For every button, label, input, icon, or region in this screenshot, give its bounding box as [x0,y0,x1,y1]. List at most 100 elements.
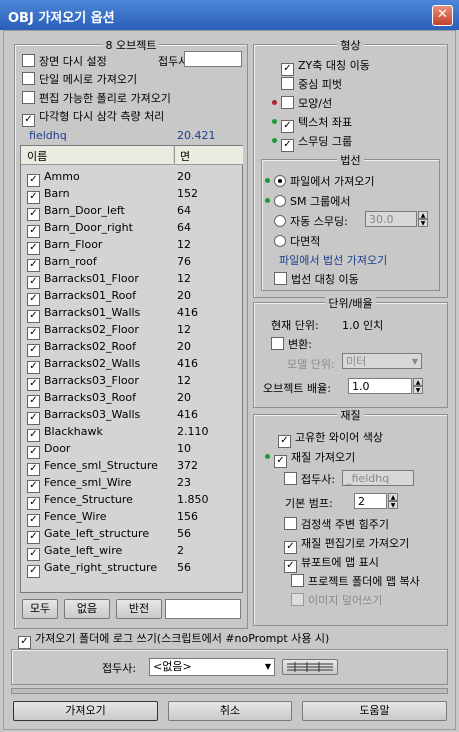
object-scale-input[interactable]: 1.0 [348,378,412,394]
materials-prefix-input[interactable]: _fieldhq [342,470,414,486]
list-item[interactable]: ✓ Gate_left_wire 2 [27,542,184,561]
list-item-faces: 20 [177,391,191,404]
list-item-name: Barracks01_Roof [44,289,137,302]
object-list[interactable]: 이름 면 ✓ Ammo 20 ✓ Barn 152 ✓ Barn_Door_left 64 ✓ Ba… [20,145,243,593]
list-item-checkbox[interactable]: ✓ [27,565,40,578]
col-header-faces[interactable]: 면 [174,146,243,165]
window-title: OBJ 가져오기 옵션 [8,11,115,26]
tex-coords-checkbox[interactable]: ✓ 텍스처 좌표 [281,114,352,133]
list-item[interactable]: ✓ Gate_right_structure 56 [27,559,191,578]
list-item[interactable]: ✓ Barn_roof 76 [27,253,191,272]
list-item-name: Barn_Door_left [44,204,125,217]
footer-prefix-select[interactable]: <없음> ▼ [149,658,275,676]
list-item[interactable]: ✓ Fence_Wire 156 [27,508,198,527]
normals-from-sm-radio[interactable]: SM 그룹에서 [274,193,350,209]
close-button[interactable]: ✕ [432,5,453,26]
reset-scene-checkbox[interactable]: 장면 다시 설정 [22,53,107,69]
list-item[interactable]: ✓ Fence_Structure 1.850 [27,491,209,510]
list-item[interactable]: ✓ Barracks02_Roof 20 [27,338,191,357]
default-bump-input[interactable]: 2 [354,493,387,509]
list-item[interactable]: ✓ Barracks03_Roof 20 [27,389,191,408]
materials-prefix-checkbox[interactable]: 접두사: [284,471,335,487]
auto-smooth-input[interactable]: 30.0 [365,211,417,227]
list-item-faces: 416 [177,408,198,421]
center-pivot-checkbox[interactable]: 중심 피벗 [281,76,342,92]
list-item[interactable]: ✓ Barracks01_Walls 416 [27,304,198,323]
single-mesh-checkbox[interactable]: 단일 메시로 가져오기 [22,71,137,87]
list-item[interactable]: ✓ Barn_Door_right 64 [27,219,191,238]
list-item-faces: 56 [177,527,191,540]
list-item-name: Barracks03_Floor [44,374,139,387]
list-item[interactable]: ✓ Barracks01_Floor 12 [27,270,191,289]
objects-prefix-input[interactable] [184,51,242,67]
bump-up[interactable]: ▲ [388,493,398,501]
show-maps-viewport-checkbox[interactable]: ✓ 뷰포트에 맵 표시 [284,554,379,573]
prefix-preset-button[interactable] [282,659,338,675]
auto-smooth-radio[interactable]: 자동 스무딩: [274,213,348,229]
scale-up[interactable]: ▲ [413,378,423,386]
list-item[interactable]: ✓ Barracks02_Walls 416 [27,355,198,374]
editable-poly-checkbox[interactable]: 편집 가능한 폴리로 가져오기 [22,90,171,106]
objects-group-title: 8 오브젝트 [102,39,160,52]
force-black-ambient-checkbox[interactable]: 검정색 주변 힘주기 [284,516,389,532]
file-name: fieldhq [29,129,67,142]
list-item[interactable]: ✓ Barn_Floor 12 [27,236,191,255]
bump-down[interactable]: ▼ [388,501,398,509]
faceted-radio[interactable]: 다면적 [274,233,320,249]
list-item[interactable]: ✓ Ammo 20 [27,168,191,187]
shapes-lines-checkbox[interactable]: 모양/선 [281,95,332,111]
list-item[interactable]: ✓ Barracks01_Roof 20 [27,287,191,306]
col-header-name[interactable]: 이름 [21,146,173,165]
auto-smooth-down[interactable]: ▼ [418,219,428,227]
import-into-editor-checkbox[interactable]: ✓ 재질 편집기로 가져오기 [284,535,409,554]
list-item-faces: 10 [177,442,191,455]
list-item-faces: 20 [177,289,191,302]
normals-from-file-radio[interactable]: 파일에서 가져오기 [274,173,374,189]
list-item-faces: 12 [177,374,191,387]
list-item-faces: 56 [177,561,191,574]
log-option-checkbox[interactable]: ✓ 가져오기 폴더에 로그 쓰기(스크립트에서 #noPrompt 사용 시) [18,630,329,649]
retriangulate-checkbox[interactable]: ✓ 다각형 다시 삼각 측량 처리 [22,108,164,127]
list-item[interactable]: ✓ Barn 152 [27,185,198,204]
help-button[interactable]: 도움말 [302,701,447,721]
list-item[interactable]: ✓ Gate_left_structure 56 [27,525,191,544]
list-item[interactable]: ✓ Blackhawk 2.110 [27,423,209,442]
list-item-name: Gate_right_structure [44,561,158,574]
filter-input[interactable] [165,599,241,619]
list-item[interactable]: ✓ Barracks03_Walls 416 [27,406,198,425]
list-item[interactable]: ✓ Barracks02_Floor 12 [27,321,191,340]
list-item-name: Fence_sml_Structure [44,459,158,472]
list-item-faces: 372 [177,459,198,472]
materials-group-title: 재질 [337,409,364,422]
select-none-button[interactable]: 없음 [64,599,110,619]
copy-maps-project-checkbox[interactable]: 프로젝트 폴더에 맵 복사 [291,573,420,589]
list-item-faces: 12 [177,272,191,285]
list-item[interactable]: ✓ Door 10 [27,440,191,459]
list-item-name: Ammo [44,170,80,183]
overwrite-images-checkbox[interactable]: 이미지 덮어쓰기 [291,592,382,608]
select-all-button[interactable]: 모두 [22,599,58,619]
flip-normals-checkbox[interactable]: 법선 대칭 이동 [274,271,359,287]
list-item-faces: 23 [177,476,191,489]
scale-down[interactable]: ▼ [413,386,423,394]
cancel-button[interactable]: 취소 [168,701,292,721]
list-item[interactable]: ✓ Barn_Door_left 64 [27,202,191,221]
convert-checkbox[interactable]: 변환: [271,336,312,352]
smooth-groups-checkbox[interactable]: ✓ 스무딩 그룹 [281,133,352,152]
list-item-name: Fence_Structure [44,493,133,506]
dropdown-arrow-icon: ▼ [264,662,271,671]
invert-selection-button[interactable]: 반전 [116,599,162,619]
import-button[interactable]: 가져오기 [13,701,158,721]
unique-wire-checkbox[interactable]: ✓ 고유한 와이어 색상 [278,429,383,448]
list-item[interactable]: ✓ Fence_sml_Wire 23 [27,474,191,493]
import-materials-checkbox[interactable]: ✓ 재질 가져오기 [274,449,355,468]
model-units-select[interactable]: 미터 ▼ [342,353,422,369]
geometry-group: 형상 ✓ ZY축 대칭 이동 중심 피벗 모양/선 ✓ 텍스처 좌표 ✓ 스무딩 그룹… [253,39,448,298]
auto-smooth-up[interactable]: ▲ [418,211,428,219]
close-icon: ✕ [437,7,448,22]
list-item[interactable]: ✓ Barracks03_Floor 12 [27,372,191,391]
current-units-label: 현재 단위: [271,319,319,332]
title-bar: OBJ 가져오기 옵션 ✕ [0,0,459,30]
list-item[interactable]: ✓ Fence_sml_Structure 372 [27,457,198,476]
flip-zy-checkbox[interactable]: ✓ ZY축 대칭 이동 [281,57,370,76]
